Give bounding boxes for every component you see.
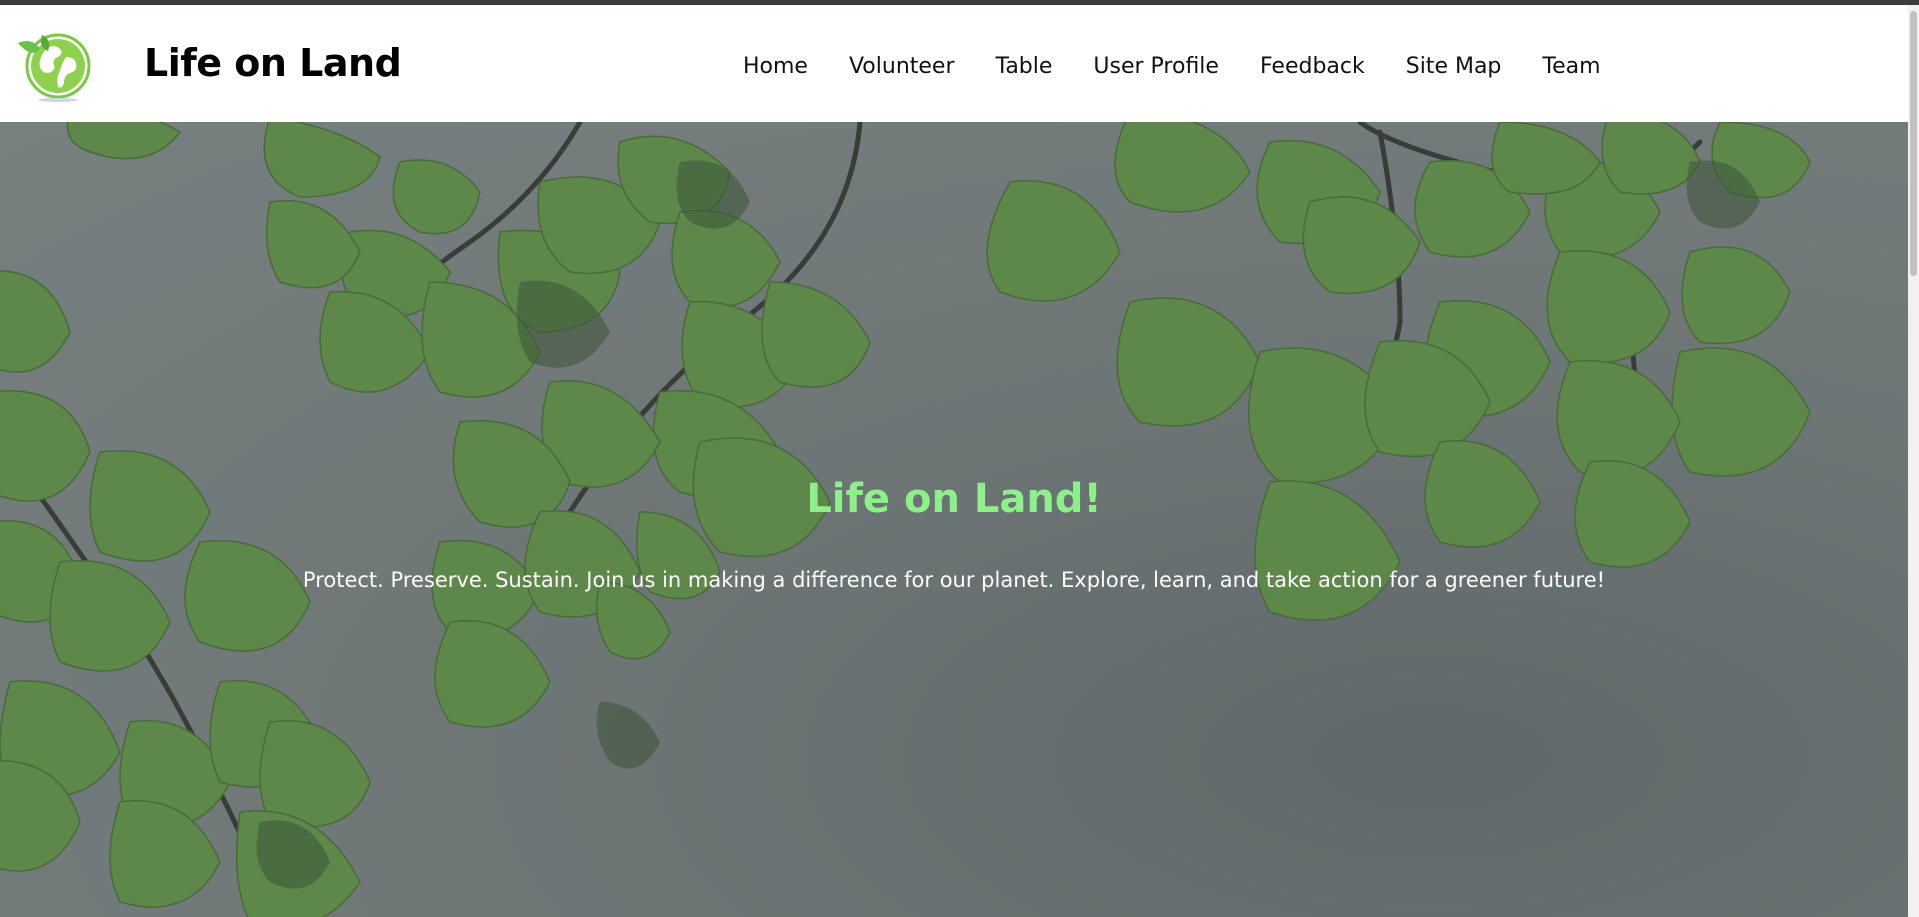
nav-volunteer[interactable]: Volunteer: [849, 54, 955, 79]
nav-feedback[interactable]: Feedback: [1260, 54, 1365, 79]
nav-table[interactable]: Table: [996, 54, 1053, 79]
hero-title: Life on Land!: [806, 476, 1102, 522]
nav-user-profile[interactable]: User Profile: [1093, 54, 1219, 79]
hero-subtitle: Protect. Preserve. Sustain. Join us in m…: [302, 568, 1606, 592]
main-nav: Home Volunteer Table User Profile Feedba…: [743, 54, 1601, 79]
nav-home[interactable]: Home: [743, 54, 808, 79]
globe-leaf-icon[interactable]: [16, 27, 98, 103]
page-scrollbar[interactable]: [1908, 5, 1919, 917]
nav-team[interactable]: Team: [1542, 54, 1600, 79]
nav-site-map[interactable]: Site Map: [1406, 54, 1502, 79]
hero-section: Life on Land! Protect. Preserve. Sustain…: [0, 122, 1908, 917]
scrollbar-thumb[interactable]: [1910, 11, 1917, 276]
site-title[interactable]: Life on Land: [144, 41, 402, 85]
site-header: Life on Land Home Volunteer Table User P…: [0, 5, 1908, 122]
